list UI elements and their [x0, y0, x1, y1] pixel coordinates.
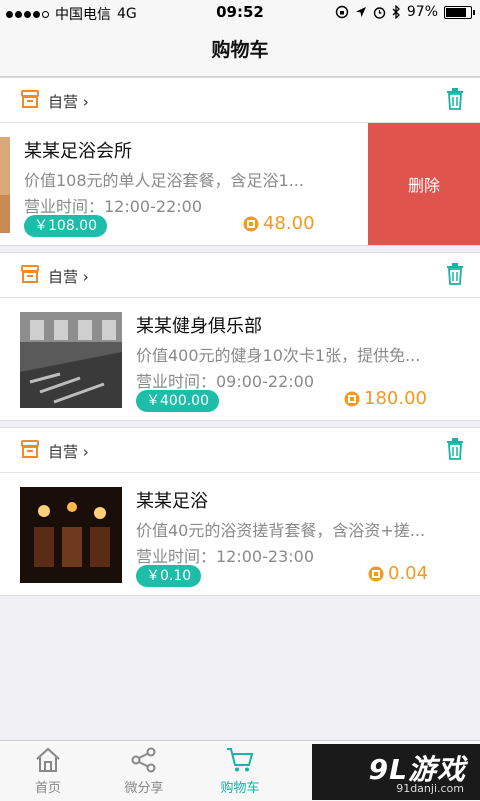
home-icon: [36, 747, 60, 772]
shop-name-link[interactable]: 自营 ›: [48, 441, 89, 462]
bluetooth-icon: [392, 5, 400, 19]
group-header: 自营 ›: [0, 253, 480, 298]
coin-icon: [368, 566, 384, 581]
item-title: 某某足浴会所: [24, 141, 132, 162]
item-thumbnail: [20, 312, 122, 408]
store-icon: [21, 265, 39, 283]
item-hours: 营业时间：12:00-23:00: [136, 547, 314, 566]
page-title: 购物车: [0, 24, 480, 77]
shop-name-link[interactable]: 自营 ›: [48, 91, 89, 112]
item-description: 价值108元的单人足浴套餐，含足浴1...: [24, 171, 304, 190]
cart-icon: [227, 748, 254, 772]
points-amount: 0.04: [388, 563, 429, 584]
points-amount: 180.00: [364, 388, 427, 409]
tab-label: 首页: [34, 781, 61, 796]
tab-label: 微分享: [124, 781, 164, 796]
status-bar: 中国电信 4G 09:52 97%: [0, 0, 480, 24]
rotation-lock-icon: [335, 5, 349, 19]
tab-cart[interactable]: 购物车: [192, 741, 288, 801]
coin-icon: [344, 391, 360, 406]
share-icon: [131, 747, 156, 773]
shop-name-link[interactable]: 自营 ›: [48, 266, 89, 287]
location-icon: [355, 7, 366, 17]
cart-item[interactable]: 某某足浴 价值40元的浴资搓背套餐，含浴资+搓... 营业时间：12:00-23…: [0, 473, 480, 595]
watermark: 9L游戏 91danji.com: [312, 744, 480, 800]
store-icon: [21, 440, 39, 458]
battery-percent: 97%: [406, 4, 438, 20]
watermark-url: 91danji.com: [396, 782, 464, 795]
points-value: 180.00: [344, 388, 427, 409]
battery-icon: [444, 5, 475, 19]
alarm-icon: [373, 6, 386, 19]
points-amount: 48.00: [263, 213, 315, 234]
price-badge: ￥108.00: [24, 215, 107, 237]
cart-group: 自营 › 某某足浴会所 价值108元的单人足浴套餐，含足浴1... 营业时间：1…: [0, 77, 480, 246]
item-thumbnail: [0, 137, 10, 233]
trash-icon[interactable]: [446, 438, 464, 460]
cart-group: 自营 › 某某健身俱乐部 价值400元的健身10次卡1张，提供免... 营业时间…: [0, 252, 480, 421]
tab-label: 购物车: [220, 781, 260, 796]
cart-item[interactable]: 某某健身俱乐部 价值400元的健身10次卡1张，提供免... 营业时间：09:0…: [0, 298, 480, 420]
item-thumbnail: [20, 487, 122, 583]
group-header: 自营 ›: [0, 78, 480, 123]
item-content-swiped: 某某足浴会所 价值108元的单人足浴套餐，含足浴1... 营业时间：12:00-…: [0, 123, 368, 245]
item-description: 价值400元的健身10次卡1张，提供免...: [136, 346, 421, 365]
item-title: 某某健身俱乐部: [136, 316, 262, 337]
cart-item[interactable]: 某某足浴会所 价值108元的单人足浴套餐，含足浴1... 营业时间：12:00-…: [0, 123, 480, 245]
price-badge: ￥0.10: [136, 565, 202, 587]
cart-group: 自营 › 某某足浴 价值40元的浴资搓背套餐，含浴资+搓... 营业时间：12:…: [0, 427, 480, 596]
tab-home[interactable]: 首页: [0, 741, 96, 801]
trash-icon[interactable]: [446, 263, 464, 285]
status-right: 97%: [335, 4, 475, 20]
price-badge: ￥400.00: [136, 390, 219, 412]
tab-share[interactable]: 微分享: [96, 741, 192, 801]
item-hours: 营业时间：12:00-22:00: [24, 197, 202, 216]
item-hours: 营业时间：09:00-22:00: [136, 372, 314, 391]
store-icon: [21, 90, 39, 108]
item-title: 某某足浴: [136, 491, 208, 512]
item-description: 价值40元的浴资搓背套餐，含浴资+搓...: [136, 521, 426, 540]
group-header: 自营 ›: [0, 428, 480, 473]
trash-icon[interactable]: [446, 88, 464, 110]
delete-button[interactable]: 删除: [368, 123, 480, 245]
coin-icon: [243, 216, 259, 231]
points-value: 48.00: [243, 213, 315, 234]
points-value: 0.04: [368, 563, 428, 584]
